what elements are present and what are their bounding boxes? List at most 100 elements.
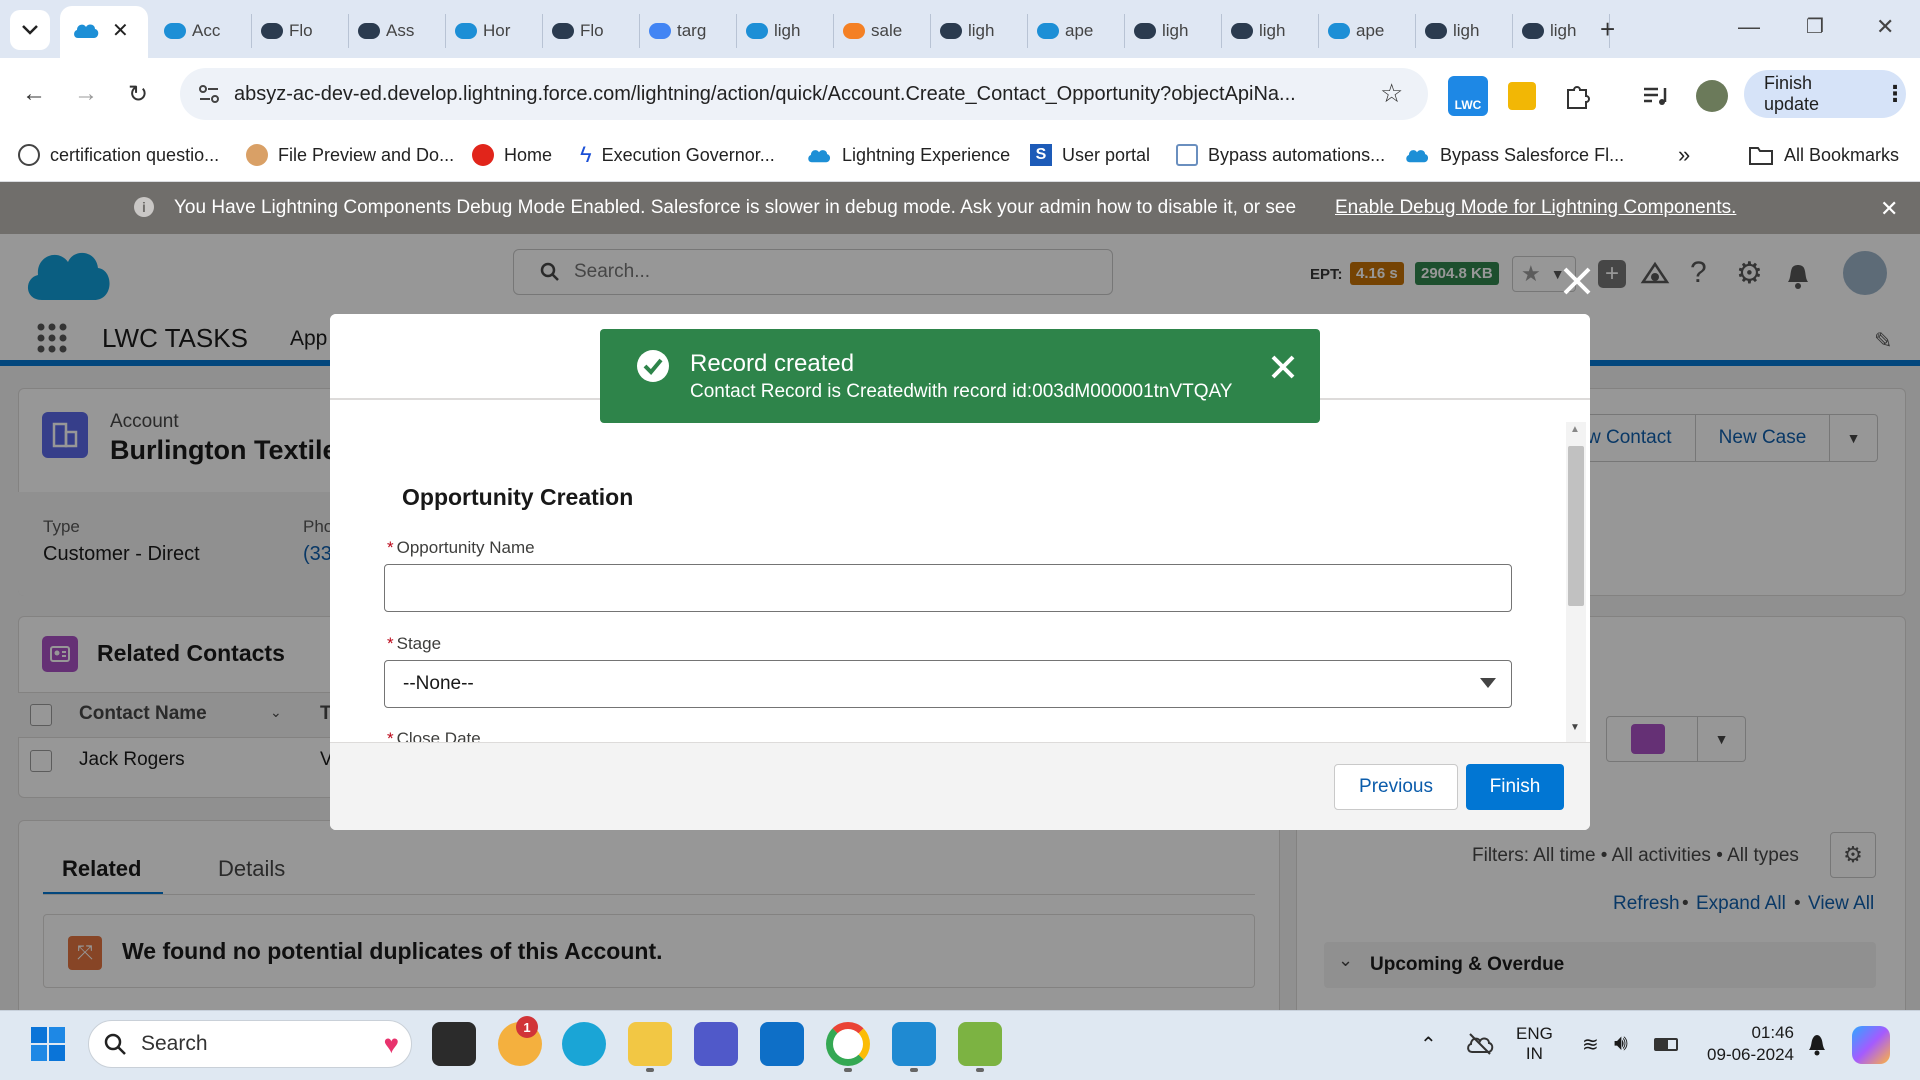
bookmark-star-icon[interactable]: ☆ <box>1380 78 1403 109</box>
bookmark-item[interactable]: ϟ Execution Governor... <box>580 140 775 170</box>
modal-scrollbar-thumb[interactable] <box>1568 446 1584 606</box>
browser-tab[interactable]: ligh <box>1223 14 1319 48</box>
tab-label: ligh <box>1162 21 1189 40</box>
tab-search-button[interactable] <box>10 10 50 50</box>
site-info-icon[interactable] <box>198 84 220 104</box>
task-view-icon[interactable] <box>432 1022 476 1066</box>
required-marker: * <box>387 634 394 653</box>
tab-label: ligh <box>1453 21 1480 40</box>
tab-favicon-icon <box>1328 23 1350 39</box>
modal-close-icon[interactable] <box>1560 264 1594 298</box>
browser-tab[interactable]: ligh <box>1417 14 1513 48</box>
browser-tab[interactable]: sale <box>835 14 931 48</box>
tab-active[interactable] <box>60 6 148 58</box>
url-text: absyz-ac-dev-ed.develop.lightning.force.… <box>234 83 1296 105</box>
browser-tab[interactable]: Flo <box>253 14 349 48</box>
dropdown-arrow-icon[interactable] <box>1480 678 1496 688</box>
extension-search-icon[interactable] <box>1508 82 1536 110</box>
language-indicator[interactable]: ENG IN <box>1516 1024 1553 1064</box>
media-controls-icon[interactable] <box>1642 84 1668 108</box>
new-tab-button[interactable]: + <box>1600 14 1615 45</box>
finish-update-button[interactable]: Finish update ⋮ <box>1744 70 1906 118</box>
opportunity-name-input[interactable] <box>384 564 1512 612</box>
tab-label: ligh <box>774 21 801 40</box>
globe-icon <box>18 144 40 166</box>
browser-tab[interactable]: ligh <box>932 14 1028 48</box>
browser-tab[interactable]: Flo <box>544 14 640 48</box>
restore-icon[interactable]: ❐ <box>1806 14 1824 39</box>
windows-start-icon[interactable] <box>30 1026 66 1062</box>
stage-label: * Stage <box>387 634 442 653</box>
required-marker: * <box>387 729 394 742</box>
bookmark-item[interactable]: S User portal <box>1030 140 1150 170</box>
bookmark-item[interactable]: Bypass automations... <box>1176 140 1385 170</box>
window-close-icon[interactable]: ✕ <box>1876 14 1894 40</box>
browser-tab[interactable]: ligh <box>738 14 834 48</box>
tab-favicon-icon <box>261 23 283 39</box>
stage-select[interactable]: --None-- <box>384 660 1512 708</box>
all-bookmarks-button[interactable]: All Bookmarks <box>1748 140 1899 170</box>
file-explorer-icon[interactable] <box>628 1022 672 1066</box>
taskbar-search[interactable]: Search ♥ <box>88 1020 412 1068</box>
close-date-label: * Close Date <box>387 729 1564 742</box>
browser-tab[interactable]: Acc <box>156 14 252 48</box>
teams-icon[interactable] <box>694 1022 738 1066</box>
salesforce-cloud-icon <box>1406 150 1429 163</box>
tab-favicon-icon <box>746 23 768 39</box>
profile-avatar[interactable] <box>1696 80 1728 112</box>
extensions-puzzle-icon[interactable] <box>1564 82 1592 110</box>
browser-tab[interactable]: ligh <box>1126 14 1222 48</box>
reload-icon[interactable]: ↻ <box>128 80 148 109</box>
toast-close-icon[interactable] <box>1270 354 1296 380</box>
close-tab-icon[interactable]: ✕ <box>112 18 129 43</box>
edge-browser-icon[interactable] <box>562 1022 606 1066</box>
tab-label: Flo <box>289 21 313 40</box>
minimize-icon[interactable]: — <box>1738 14 1760 40</box>
browser-tab[interactable]: ape <box>1029 14 1125 48</box>
finish-button[interactable]: Finish <box>1466 764 1564 810</box>
scroll-up-icon[interactable]: ▲ <box>1570 424 1580 435</box>
tab-favicon-icon <box>940 23 962 39</box>
notification-bell-icon[interactable] <box>1806 1032 1828 1056</box>
debug-mode-link[interactable]: Enable Debug Mode for Lightning Componen… <box>1335 197 1736 219</box>
battery-icon[interactable] <box>1654 1038 1678 1051</box>
bookmark-item[interactable]: certification questio... <box>18 140 219 170</box>
search-highlight-heart-icon: ♥ <box>383 1028 399 1059</box>
browser-tab[interactable]: ape <box>1320 14 1416 48</box>
clock[interactable]: 01:46 09-06-2024 <box>1696 1022 1794 1066</box>
show-hidden-icons[interactable]: ⌃ <box>1420 1032 1437 1057</box>
browser-tab[interactable]: targ <box>641 14 737 48</box>
s-logo-icon: S <box>1030 144 1052 166</box>
more-bookmarks-button[interactable]: » <box>1678 140 1690 170</box>
tab-favicon-icon <box>1522 23 1544 39</box>
running-indicator <box>910 1068 918 1072</box>
volume-icon[interactable]: 🔊︎ <box>1614 1030 1628 1056</box>
bookmark-item[interactable]: Lightning Experience <box>806 140 1010 170</box>
onedrive-icon[interactable] <box>1466 1032 1494 1056</box>
close-banner-icon[interactable]: ✕ <box>1880 196 1898 222</box>
vscode-icon[interactable] <box>892 1022 936 1066</box>
clock-date: 09-06-2024 <box>1707 1045 1794 1064</box>
wifi-icon[interactable]: ≋ <box>1582 1032 1599 1057</box>
home-site-icon <box>472 144 494 166</box>
bookmark-item[interactable]: Bypass Salesforce Fl... <box>1404 140 1624 170</box>
notepad-icon[interactable] <box>958 1022 1002 1066</box>
lwc-extension-icon[interactable]: LWC <box>1448 76 1488 116</box>
back-icon[interactable]: ← <box>22 80 46 108</box>
microsoft-store-icon[interactable] <box>760 1022 804 1066</box>
debug-banner-text: You Have Lightning Components Debug Mode… <box>174 197 1297 218</box>
browser-tab[interactable]: Ass <box>350 14 446 48</box>
browser-tab[interactable]: Hor <box>447 14 543 48</box>
tab-label: Hor <box>483 21 511 40</box>
stage-selected-value: --None-- <box>403 673 474 694</box>
scroll-down-icon[interactable]: ▼ <box>1570 722 1580 733</box>
previous-button[interactable]: Previous <box>1334 764 1458 810</box>
browser-tab[interactable]: ligh <box>1514 14 1610 48</box>
forward-icon[interactable]: → <box>74 80 98 108</box>
tab-label: sale <box>871 21 903 40</box>
bookmark-item[interactable]: File Preview and Do... <box>246 140 454 170</box>
bookmark-item[interactable]: Home <box>472 140 552 170</box>
copilot-icon[interactable] <box>1852 1026 1890 1064</box>
chrome-icon[interactable] <box>826 1022 870 1066</box>
tab-label: ape <box>1065 21 1094 40</box>
